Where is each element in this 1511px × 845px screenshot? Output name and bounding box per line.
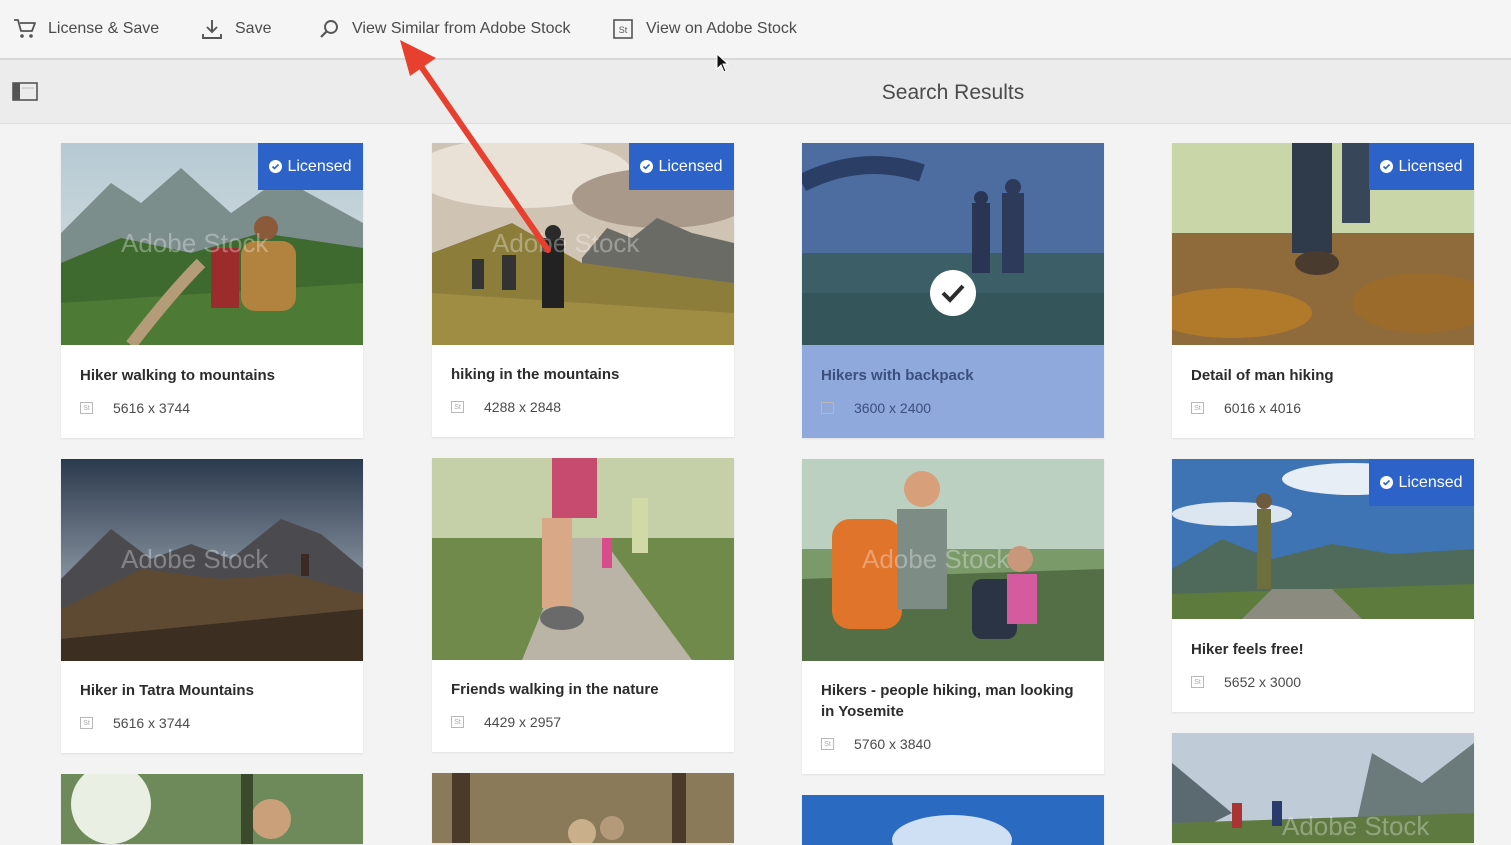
stock-small-icon: St <box>821 738 834 750</box>
result-card[interactable]: Adobe Stock Licensed Hiker walking to mo… <box>61 143 363 438</box>
card-dimensions: St 3600 x 2400 <box>821 400 931 416</box>
card-title: hiking in the mountains <box>451 366 620 383</box>
view-similar-label: View Similar from Adobe Stock <box>352 20 571 37</box>
card-title: Friends walking in the nature <box>451 681 659 698</box>
action-toolbar: License & Save Save View Similar from Ad… <box>0 0 1511 60</box>
licensed-badge-label: Licensed <box>287 157 352 175</box>
card-dimensions-value: 4429 x 2957 <box>484 714 562 730</box>
result-card-selected[interactable]: Hikers with backpack St 3600 x 2400 <box>802 143 1104 438</box>
card-dimensions-value: 5760 x 3840 <box>854 736 932 752</box>
card-thumbnail: Adobe Stock <box>802 459 1104 661</box>
card-title: Detail of man hiking <box>1191 367 1334 384</box>
result-card[interactable]: Licensed Detail of man hiking St 6016 x 4… <box>1172 143 1474 438</box>
card-title: Hikers with backpack <box>821 367 974 384</box>
result-card[interactable] <box>432 773 734 843</box>
card-thumbnail: Adobe Stock <box>61 459 363 661</box>
selected-check-icon <box>930 270 976 316</box>
view-on-stock-button[interactable]: St View on Adobe Stock <box>610 0 797 58</box>
result-card[interactable] <box>802 795 1104 845</box>
card-thumbnail <box>61 774 363 844</box>
card-title: Hiker walking to mountains <box>80 367 276 384</box>
view-similar-button[interactable]: View Similar from Adobe Stock <box>316 0 570 58</box>
card-dimensions-value: 5652 x 3000 <box>1224 674 1302 690</box>
result-card[interactable]: Adobe Stock Licensed hiking in the mount… <box>432 143 734 437</box>
rail-toggle-icon[interactable] <box>12 82 38 102</box>
card-thumbnail <box>432 458 734 660</box>
cart-icon <box>12 16 38 42</box>
licensed-badge-label: Licensed <box>658 157 723 175</box>
stock-small-icon: St <box>451 716 464 728</box>
card-title: Hiker feels free! <box>1191 641 1304 658</box>
card-dimensions: St 4288 x 2848 <box>451 399 561 415</box>
card-title: Hiker in Tatra Mountains <box>80 682 254 699</box>
card-dimensions: St 5652 x 3000 <box>1191 674 1301 690</box>
licensed-badge-label: Licensed <box>1398 473 1463 491</box>
licensed-badge: Licensed <box>629 143 734 190</box>
licensed-badge: Licensed <box>1369 143 1474 190</box>
view-on-stock-label: View on Adobe Stock <box>646 20 797 37</box>
license-save-button[interactable]: License & Save <box>12 0 159 58</box>
licensed-badge: Licensed <box>1369 459 1474 506</box>
check-icon <box>1380 160 1394 173</box>
save-button[interactable]: Save <box>199 0 271 58</box>
stock-small-icon: St <box>1191 402 1204 414</box>
results-header: Search Results <box>0 60 1511 124</box>
page-title: Search Results <box>881 81 1025 104</box>
result-card[interactable]: Adobe Stock Hiker in Tatra Mountains St 5… <box>61 459 363 753</box>
licensed-badge: Licensed <box>258 143 363 190</box>
result-card[interactable]: Friends walking in the nature St 4429 x 2… <box>432 458 734 752</box>
card-thumbnail <box>802 143 1104 345</box>
result-card[interactable]: Adobe Stock Hikers - people hiking, man … <box>802 459 1104 774</box>
stock-small-icon: St <box>1191 676 1204 688</box>
download-icon <box>199 16 225 42</box>
card-dimensions: St 6016 x 4016 <box>1191 400 1301 416</box>
license-save-label: License & Save <box>48 20 160 37</box>
result-card[interactable] <box>61 774 363 844</box>
search-icon <box>316 16 342 42</box>
card-thumbnail <box>432 773 734 843</box>
card-dimensions-value: 3600 x 2400 <box>854 400 932 416</box>
card-dimensions: St 4429 x 2957 <box>451 714 561 730</box>
check-icon <box>1380 476 1394 489</box>
card-title: Hikers - people hiking, man looking in Y… <box>821 682 1074 720</box>
card-thumbnail <box>802 795 1104 845</box>
card-dimensions-value: 4288 x 2848 <box>484 399 562 415</box>
card-dimensions: St 5760 x 3840 <box>821 736 931 752</box>
stock-small-icon: St <box>451 401 464 413</box>
result-card[interactable]: Adobe Stock <box>1172 733 1474 843</box>
check-icon <box>640 160 654 173</box>
card-dimensions-value: 5616 x 3744 <box>113 715 191 731</box>
card-dimensions-value: 5616 x 3744 <box>113 400 191 416</box>
stock-small-icon: St <box>80 402 93 414</box>
result-card[interactable]: Licensed Hiker feels free! St 5652 x 3000 <box>1172 459 1474 712</box>
licensed-badge-label: Licensed <box>1398 157 1463 175</box>
check-icon <box>269 160 283 173</box>
adobe-stock-icon: St <box>610 16 636 42</box>
stock-small-icon: St <box>821 402 834 414</box>
card-thumbnail: Adobe Stock <box>1172 733 1474 843</box>
save-label: Save <box>235 20 272 37</box>
card-dimensions-value: 6016 x 4016 <box>1224 400 1302 416</box>
card-dimensions: St 5616 x 3744 <box>80 715 190 731</box>
adobe-stock-icon-text: St <box>619 25 628 35</box>
card-dimensions: St 5616 x 3744 <box>80 400 190 416</box>
stock-small-icon: St <box>80 717 93 729</box>
